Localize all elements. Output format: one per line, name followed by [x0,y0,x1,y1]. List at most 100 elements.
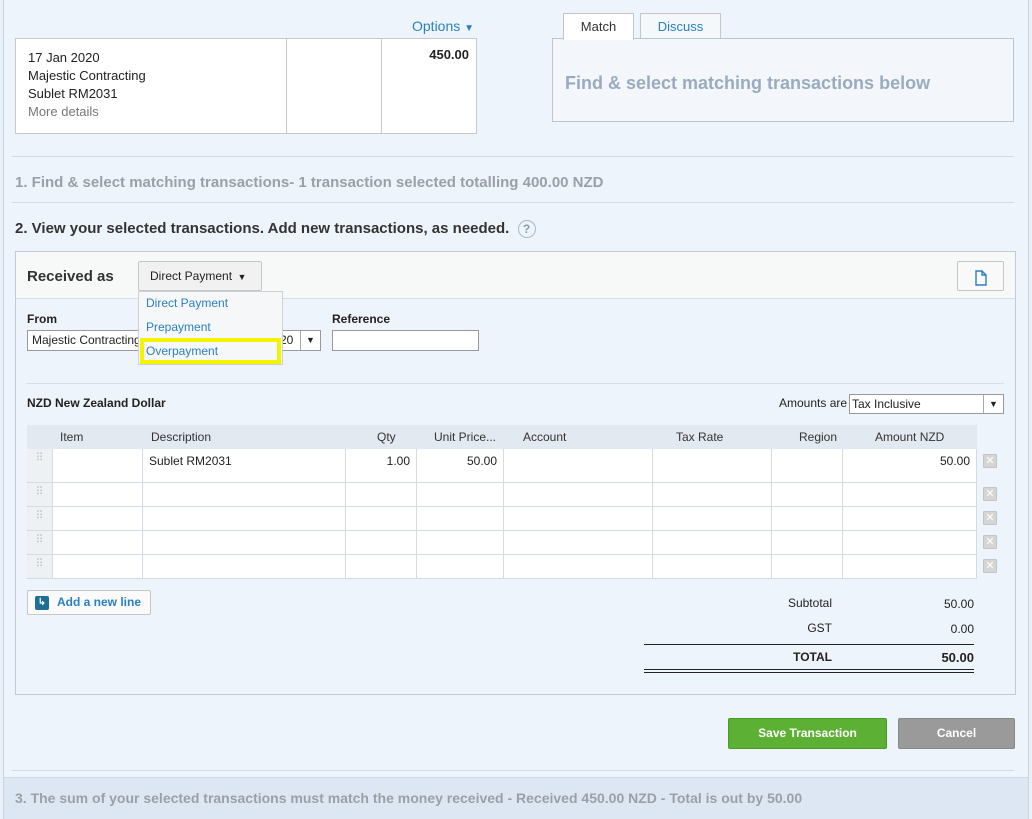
cell-item[interactable] [53,507,143,530]
statement-line: 17 Jan 2020 Majestic Contracting Sublet … [15,38,477,134]
currency-label: NZD New Zealand Dollar [27,396,166,410]
cell-account[interactable] [504,449,653,482]
cell-unit-price[interactable] [417,555,504,578]
cell-amount[interactable] [843,531,977,554]
options-menu[interactable]: Options ▼ [412,18,474,34]
cell-qty[interactable] [346,483,417,506]
from-label: From [27,312,57,326]
amounts-are-select[interactable]: Tax Inclusive ▼ [849,394,1004,414]
tab-match[interactable]: Match [563,13,634,40]
chevron-down-icon[interactable]: ▼ [983,395,1003,413]
caret-down-icon: ▼ [235,272,247,282]
cell-item[interactable] [53,449,143,482]
divider [27,383,1004,384]
cell-region[interactable] [772,449,843,482]
statement-reference: Sublet RM2031 [28,86,118,101]
cell-description[interactable] [143,555,346,578]
cell-account[interactable] [504,531,653,554]
chevron-down-icon[interactable]: ▼ [300,331,320,350]
statement-payee: Majestic Contracting [28,68,146,83]
step3-heading: 3. The sum of your selected transactions… [15,790,803,806]
total-label: TOTAL [793,650,832,664]
delete-row-icon[interactable]: ✕ [983,559,997,573]
cell-unit-price[interactable] [417,507,504,530]
drag-handle-icon[interactable]: ⠿ [27,483,53,506]
totals-divider [644,669,974,670]
menu-item-prepayment[interactable]: Prepayment [146,320,211,334]
col-qty: Qty [377,430,396,444]
drag-handle-icon[interactable]: ⠿ [27,449,53,482]
cell-item[interactable] [53,531,143,554]
cell-description[interactable] [143,507,346,530]
cell-tax-rate[interactable] [653,483,772,506]
subtotal-value: 50.00 [943,597,974,611]
table-row: ⠿ [27,507,977,531]
cell-item[interactable] [53,555,143,578]
delete-row-icon[interactable]: ✕ [983,454,997,468]
cell-region[interactable] [772,507,843,530]
delete-row-icon[interactable]: ✕ [983,511,997,525]
gst-label: GST [807,621,832,635]
caret-down-icon: ▼ [464,23,475,34]
statement-spent-column [287,39,382,133]
table-row: ⠿ [27,483,977,507]
cell-description[interactable] [143,483,346,506]
statement-amount: 450.00 [429,47,469,62]
cell-account[interactable] [504,555,653,578]
cell-description[interactable]: Sublet RM2031 [143,449,346,482]
cell-region[interactable] [772,555,843,578]
delete-row-icon[interactable]: ✕ [983,535,997,549]
cell-unit-price[interactable] [417,531,504,554]
cell-qty[interactable] [346,555,417,578]
drag-handle-icon[interactable]: ⠿ [27,507,53,530]
amounts-are-label: Amounts are [779,396,848,410]
cell-tax-rate[interactable] [653,555,772,578]
menu-item-direct-payment[interactable]: Direct Payment [146,296,228,310]
cell-amount[interactable] [843,483,977,506]
step1-heading[interactable]: 1. Find & select matching transactions- … [15,174,604,191]
table-row: ⠿ [27,555,977,579]
help-icon[interactable]: ? [517,220,536,239]
more-details-link[interactable]: More details [28,103,274,121]
received-as-label: Received as [27,268,114,285]
cell-qty[interactable] [346,507,417,530]
col-account: Account [523,430,567,444]
match-message: Find & select matching transactions belo… [565,73,931,93]
cell-tax-rate[interactable] [653,449,772,482]
add-line-icon: ↳ [35,596,49,610]
cancel-button[interactable]: Cancel [898,718,1015,749]
cell-description[interactable] [143,531,346,554]
table-row: ⠿ Sublet RM2031 1.00 50.00 50.00 [27,449,977,483]
cell-qty[interactable]: 1.00 [346,449,417,482]
tab-discuss[interactable]: Discuss [640,13,721,39]
divider [12,156,1014,157]
cell-account[interactable] [504,507,653,530]
totals-divider [644,672,974,673]
cell-unit-price[interactable]: 50.00 [417,449,504,482]
table-header: Item Description Qty Unit Price... Accou… [27,425,977,449]
cell-qty[interactable] [346,531,417,554]
reference-field[interactable] [332,330,479,351]
received-as-dropdown[interactable]: Direct Payment ▼ [138,261,262,291]
drag-handle-icon[interactable]: ⠿ [27,531,53,554]
cell-region[interactable] [772,483,843,506]
cell-tax-rate[interactable] [653,531,772,554]
cell-amount[interactable]: 50.00 [843,449,977,482]
cell-amount[interactable] [843,555,977,578]
cell-region[interactable] [772,531,843,554]
cell-item[interactable] [53,483,143,506]
cell-amount[interactable] [843,507,977,530]
step2-heading: 2. View your selected transactions. Add … [15,220,536,239]
add-new-line-button[interactable]: ↳ Add a new line [27,590,151,615]
table-row: ⠿ [27,531,977,555]
reference-label: Reference [332,312,391,326]
drag-handle-icon[interactable]: ⠿ [27,555,53,578]
cell-tax-rate[interactable] [653,507,772,530]
save-transaction-button[interactable]: Save Transaction [728,718,887,749]
delete-row-icon[interactable]: ✕ [983,487,997,501]
col-region: Region [799,430,838,444]
col-description: Description [151,430,212,444]
cell-account[interactable] [504,483,653,506]
copy-button[interactable] [957,261,1004,291]
cell-unit-price[interactable] [417,483,504,506]
